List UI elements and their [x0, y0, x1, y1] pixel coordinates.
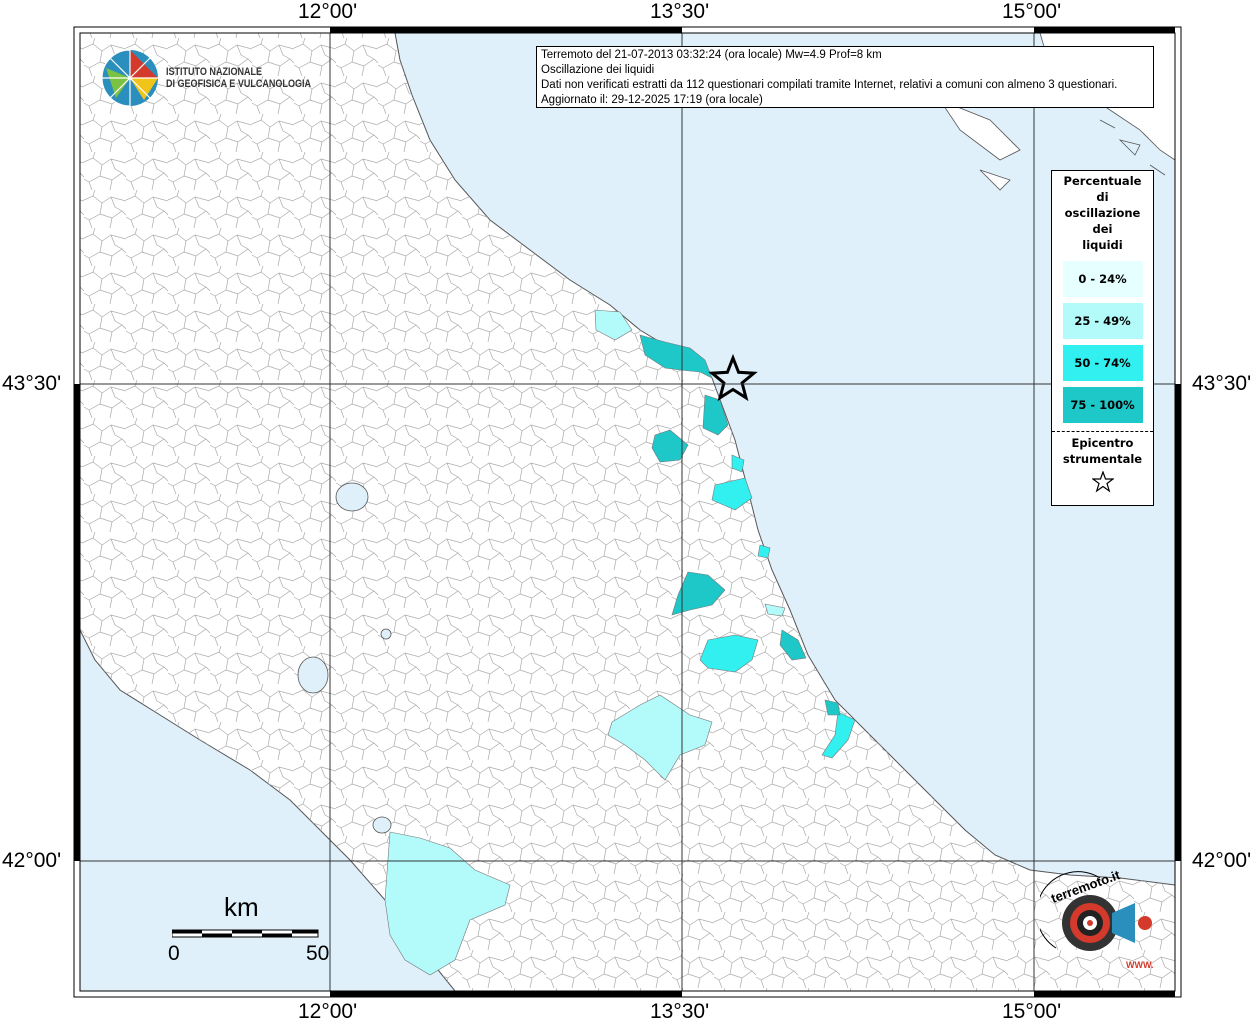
left-label-2: 42°00' [2, 849, 62, 872]
legend-title-line: dei [1092, 222, 1113, 236]
top-label-3: 15°00' [1002, 0, 1062, 23]
scale-start: 0 [168, 942, 180, 965]
legend-title: Percentuale di oscillazione dei liquidi [1052, 173, 1153, 253]
legend-title-line: liquidi [1082, 238, 1123, 252]
hst-logo-icon: terremoto.it WWW. [1036, 867, 1154, 970]
ingv-line-1: ISTITUTO NAZIONALE [166, 66, 263, 78]
intensity-map: 12°00' 13°30' 15°00' 12°00' 13°30' 15°00… [0, 0, 1255, 1024]
legend-title-line: di [1096, 190, 1109, 204]
info-line-4: Aggiornato il: 29-12-2025 17:19 (ora loc… [541, 94, 763, 106]
bottom-label-1: 12°00' [298, 1000, 358, 1023]
scale-end: 50 [306, 942, 330, 965]
info-line-3: Dati non verificati estratti da 112 ques… [541, 79, 1118, 91]
legend: Percentuale di oscillazione dei liquidi … [1051, 170, 1154, 506]
legend-epicenter-label: Epicentro strumentale [1052, 435, 1153, 467]
hst-logo: terremoto.it WWW. [1036, 867, 1170, 978]
info-box: Terremoto del 21-07-2013 03:32:24 (ora l… [536, 46, 1154, 108]
hst-url: WWW. [1126, 960, 1154, 970]
scale-unit: km [224, 892, 259, 922]
top-label-1: 12°00' [298, 0, 358, 23]
top-label-2: 13°30' [650, 0, 710, 23]
legend-item-0: 0 - 24% [1062, 261, 1143, 297]
right-label-2: 42°00' [1192, 849, 1252, 872]
lake-trasimeno [335, 482, 369, 512]
globe-icon [101, 49, 158, 107]
info-line-2: Oscillazione dei liquidi [541, 64, 655, 76]
ingv-logo: ISTITUTO NAZIONALE DI GEOFISICA E VULCAN… [100, 48, 343, 108]
legend-epi-line: Epicentro [1071, 436, 1134, 450]
legend-item-2: 50 - 74% [1062, 345, 1143, 381]
info-line-1: Terremoto del 21-07-2013 03:32:24 (ora l… [541, 49, 882, 61]
scale-bar: km 0 50 [168, 890, 330, 970]
left-label-1: 43°30' [2, 372, 62, 395]
right-label-1: 43°30' [1192, 372, 1252, 395]
legend-star-icon [1052, 470, 1153, 496]
lake-bolsena [297, 656, 329, 694]
legend-title-line: Percentuale [1063, 174, 1142, 188]
legend-epi-line: strumentale [1062, 452, 1143, 466]
legend-item-3: 75 - 100% [1062, 387, 1143, 423]
lake-small [380, 628, 392, 640]
legend-separator [1052, 431, 1153, 432]
bottom-label-2: 13°30' [650, 1000, 710, 1023]
legend-item-1: 25 - 49% [1062, 303, 1143, 339]
legend-title-line: oscillazione [1064, 206, 1141, 220]
bottom-label-3: 15°00' [1002, 1000, 1062, 1023]
ingv-line-2: DI GEOFISICA E VULCANOLOGIA [166, 78, 311, 90]
lake-vico [372, 816, 392, 834]
